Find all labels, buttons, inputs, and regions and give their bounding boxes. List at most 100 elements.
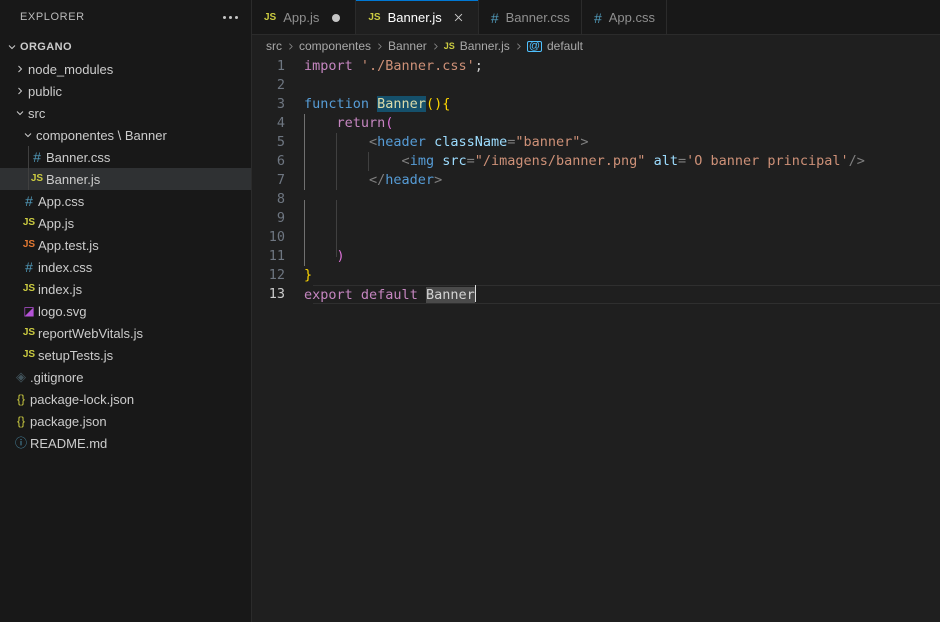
- line-number-active: 13: [268, 286, 285, 302]
- tree-indent-guide: [28, 146, 29, 168]
- dirty-dot-icon: [332, 13, 341, 22]
- tree-item-src[interactable]: src: [0, 102, 251, 124]
- tab-banner-js[interactable]: JS Banner.js: [356, 0, 479, 36]
- breadcrumb-item-componentes[interactable]: componentes: [296, 39, 374, 53]
- css-file-icon: #: [25, 193, 33, 209]
- line-content: ): [304, 247, 940, 266]
- token-tag-name: img: [409, 153, 435, 169]
- tree-item-componentes-banner[interactable]: componentes \ Banner: [0, 124, 251, 146]
- css-file-icon: #: [593, 9, 602, 26]
- tree-item-setuptests-js[interactable]: JS setupTests.js: [0, 344, 251, 366]
- chevron-right-icon: [285, 42, 296, 51]
- indent-guide: [336, 152, 337, 171]
- dirty-indicator[interactable]: [328, 10, 344, 26]
- js-file-icon: JS: [22, 327, 36, 338]
- tree-root-label: ORGANO: [20, 41, 72, 53]
- token-tag-name: header: [377, 134, 426, 150]
- indent-guide: [304, 171, 305, 190]
- token-identifier-selected: Banner: [425, 286, 475, 303]
- token-attribute-value: 'O banner principal': [686, 153, 849, 169]
- close-icon[interactable]: [451, 10, 467, 26]
- tree-item-readme-md[interactable]: ⓘ README.md: [0, 432, 251, 454]
- tree-item-gitignore[interactable]: ◈ .gitignore: [0, 366, 251, 388]
- tree-item-banner-js[interactable]: JS Banner.js: [0, 168, 251, 190]
- tree-item-label: Banner.css: [46, 149, 111, 165]
- line-content: </header>: [304, 171, 940, 190]
- js-file-icon: JS: [443, 41, 455, 51]
- ellipsis-dot: [229, 16, 232, 19]
- tree-item-app-js[interactable]: JS App.js: [0, 212, 251, 234]
- breadcrumb-item-default[interactable]: @ default: [524, 39, 586, 53]
- tree-item-label: componentes \ Banner: [36, 127, 167, 143]
- indent-guide: [336, 171, 337, 190]
- breadcrumb-label: src: [266, 39, 282, 53]
- tree-item-label: App.test.js: [38, 237, 99, 253]
- chevron-right-icon: [513, 42, 524, 51]
- tree-item-banner-css[interactable]: # Banner.css: [0, 146, 251, 168]
- tree-item-package-lock-json[interactable]: {} package-lock.json: [0, 388, 251, 410]
- token-tag-name: header: [385, 172, 435, 188]
- tree-item-reportwebvitals-js[interactable]: JS reportWebVitals.js: [0, 322, 251, 344]
- code-line: 3 function Banner(){: [252, 95, 940, 114]
- tab-app-css[interactable]: # App.css: [581, 0, 667, 35]
- token-attribute-name: src: [442, 153, 467, 169]
- chevron-right-icon: [430, 42, 441, 51]
- code-line: 12 }: [252, 266, 940, 285]
- js-file-icon: JS: [22, 217, 36, 228]
- tree-item-label: index.js: [38, 281, 83, 297]
- tree-item-app-test-js[interactable]: JS App.test.js: [0, 234, 251, 256]
- tab-app-js[interactable]: JS App.js: [252, 0, 357, 35]
- line-content: function Banner(){: [304, 95, 940, 114]
- token-paren-close: ): [336, 248, 345, 264]
- token-attribute-value: "banner": [515, 134, 581, 150]
- line-number: 8: [276, 191, 285, 207]
- chevron-down-icon: [12, 105, 28, 121]
- code-line: 5 <header className="banner">: [252, 133, 940, 152]
- tab-bar-empty-area: [666, 0, 940, 35]
- tree-item-app-css[interactable]: # App.css: [0, 190, 251, 212]
- breadcrumb-item-banner[interactable]: Banner: [385, 39, 430, 53]
- token-tag-close: >: [580, 134, 589, 150]
- css-file-icon: #: [33, 149, 41, 165]
- js-file-icon: JS: [264, 11, 277, 23]
- line-number: 1: [276, 58, 285, 74]
- text-cursor: [474, 284, 476, 302]
- editor-group: JS App.js JS Banner.js # Banner.css # Ap…: [252, 0, 940, 622]
- tree-item-package-json[interactable]: {} package.json: [0, 410, 251, 432]
- line-number: 3: [276, 96, 285, 112]
- breadcrumb-item-src[interactable]: src: [263, 39, 285, 53]
- tree-item-node_modules[interactable]: node_modules: [0, 58, 251, 80]
- code-editor[interactable]: 1 import './Banner.css'; 2 3 function Ba…: [252, 57, 940, 622]
- breadcrumb-label: Banner.js: [459, 39, 510, 53]
- json-file-icon: {}: [16, 414, 25, 428]
- tab-banner-css[interactable]: # Banner.css: [478, 0, 582, 35]
- token-brace: {: [442, 96, 451, 112]
- tree-item-index-js[interactable]: JS index.js: [0, 278, 251, 300]
- tree-item-index-css[interactable]: # index.css: [0, 256, 251, 278]
- tree-item-label: package.json: [30, 413, 107, 429]
- token-tag-open: </: [369, 172, 386, 188]
- chevron-right-icon: [12, 83, 28, 99]
- breadcrumb-item-banner-js[interactable]: JS Banner.js: [441, 39, 513, 53]
- tree-item-logo-svg[interactable]: ◪ logo.svg: [0, 300, 251, 322]
- ellipsis-icon[interactable]: [220, 12, 241, 23]
- tree-item-public[interactable]: public: [0, 80, 251, 102]
- tree-item-label: logo.svg: [38, 303, 87, 319]
- chevron-down-icon: [20, 127, 36, 143]
- vscode-window: EXPLORER ORGANO node_modules public src …: [0, 0, 940, 622]
- line-number: 7: [276, 172, 285, 188]
- indent-guide: [304, 114, 305, 133]
- token-keyword-default: default: [360, 286, 418, 303]
- tree-root-organo[interactable]: ORGANO: [0, 36, 251, 58]
- js-file-icon: JS: [22, 283, 36, 294]
- explorer-sidebar: EXPLORER ORGANO node_modules public src …: [0, 0, 252, 622]
- info-file-icon: ⓘ: [14, 436, 27, 450]
- tree-item-label: index.css: [38, 259, 93, 275]
- tree-item-label: reportWebVitals.js: [38, 325, 144, 341]
- line-content: }: [304, 266, 940, 285]
